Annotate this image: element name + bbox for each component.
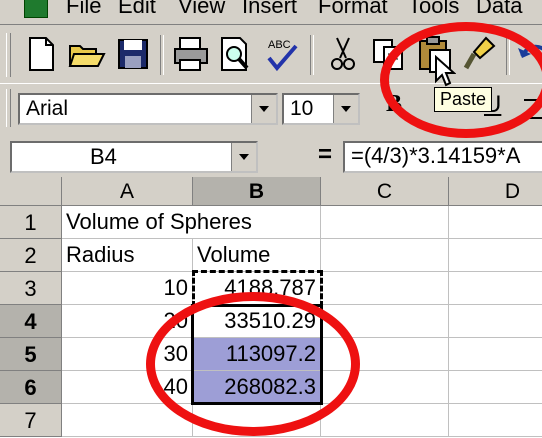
cell-b1[interactable] [193,206,321,239]
toolbar-separator [310,35,314,75]
menu-data[interactable]: Data [476,0,522,24]
annotation-circle-paste [380,22,542,138]
chevron-down-icon[interactable] [251,95,276,123]
cell-b2[interactable]: Volume [193,239,321,272]
column-header-b[interactable]: B [193,177,321,206]
name-box[interactable]: B4 [10,141,258,173]
menu-tools[interactable]: Tools [408,0,459,24]
cell-d6[interactable] [449,371,542,404]
cell-d2[interactable] [449,239,542,272]
cell-d1[interactable] [449,206,542,239]
row-header[interactable]: 5 [0,338,62,371]
menu-format[interactable]: Format [318,0,388,24]
font-name-select[interactable]: Arial [18,93,278,125]
formula-equals-button[interactable]: = [318,141,332,169]
cell-c3[interactable] [321,272,449,305]
menu-view[interactable]: View [178,0,225,24]
formula-bar: B4 = =(4/3)*3.14159*A [0,137,542,177]
excel-app-icon [24,0,48,18]
cell-a1[interactable]: Volume of Spheres [62,206,252,239]
annotation-circle-results [146,292,360,436]
name-box-value: B4 [90,144,117,169]
new-icon[interactable] [20,32,62,76]
cell-c1[interactable] [321,206,449,239]
svg-text:ABC: ABC [268,39,291,51]
row-header[interactable]: 3 [0,272,62,305]
cell-d7[interactable] [449,404,542,437]
row-header[interactable]: 4 [0,305,62,338]
cell-a2[interactable]: Radius [62,239,193,272]
chevron-down-icon[interactable] [231,143,256,171]
print-icon[interactable] [170,32,212,76]
row-header[interactable]: 7 [0,404,62,437]
cell-d5[interactable] [449,338,542,371]
row-header[interactable]: 6 [0,371,62,404]
toolbar-grip[interactable] [6,33,11,77]
row-header[interactable]: 1 [0,206,62,239]
toolbar-separator [160,35,164,75]
cut-icon[interactable] [322,32,364,76]
menu-edit[interactable]: Edit [118,0,156,24]
column-header-a[interactable]: A [62,177,193,206]
excel-window: File Edit View Insert Format Tools Data … [0,0,542,438]
font-name-value: Arial [26,97,69,120]
cell-c2[interactable] [321,239,449,272]
formula-input[interactable]: =(4/3)*3.14159*A [343,141,542,173]
cell-c7[interactable] [321,404,449,437]
open-icon[interactable] [66,32,108,76]
row-header[interactable]: 2 [0,239,62,272]
save-icon[interactable] [112,32,154,76]
column-header-d[interactable]: D [449,177,542,206]
chevron-down-icon[interactable] [333,95,358,123]
font-size-select[interactable]: 10 [282,93,360,125]
column-header-c[interactable]: C [321,177,449,206]
formula-text: =(4/3)*3.14159*A [351,143,521,168]
cell-d4[interactable] [449,305,542,338]
select-all-corner[interactable] [0,177,62,206]
menu-insert[interactable]: Insert [242,0,297,24]
toolbar-grip[interactable] [6,89,11,127]
cell-d3[interactable] [449,272,542,305]
spelling-icon[interactable]: ABC [260,32,302,76]
menu-file[interactable]: File [66,0,101,24]
print-preview-icon[interactable] [214,32,256,76]
font-size-value: 10 [290,97,314,120]
cell-a3[interactable]: 10 [62,272,193,305]
